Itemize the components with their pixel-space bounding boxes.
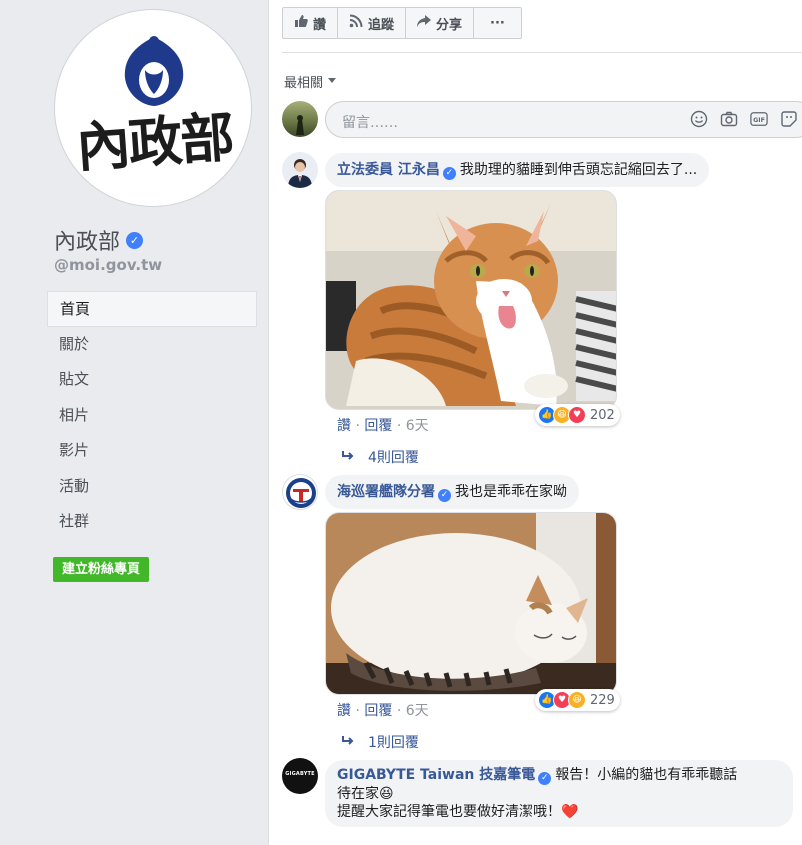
comment-bubble: 立法委員 江永昌 ✓ 我助理的貓睡到伸舌頭忘記縮回去了... — [325, 153, 710, 187]
comment-photo-tongue-cat[interactable] — [325, 190, 617, 410]
haha-reaction-icon: 😆 — [568, 691, 586, 709]
comment-reply-link[interactable]: 回覆 — [364, 418, 392, 434]
meta-separator: · — [396, 418, 406, 434]
commenter-avatar[interactable] — [282, 152, 318, 188]
comment-actions: 讚 · 回覆 · 6天 — [337, 415, 429, 435]
share-button-label: 分享 — [436, 17, 463, 33]
comment-author[interactable]: 海巡署艦隊分署 — [337, 484, 435, 500]
replies-count-label: 1則回覆 — [368, 735, 419, 751]
nav-item-videos[interactable]: 影片 — [47, 433, 257, 469]
nav-item-posts[interactable]: 貼文 — [47, 362, 257, 398]
page-nav: 首頁 關於 貼文 相片 影片 活動 社群 — [47, 291, 257, 540]
comment-text-line-3: 提醒大家記得筆電也要做好清潔哦！❤️ — [337, 803, 579, 820]
follow-button[interactable]: 追蹤 — [338, 8, 407, 38]
comment-bubble: 海巡署艦隊分署 ✓ 我也是乖乖在家呦 — [325, 475, 579, 509]
comment-like-link[interactable]: 讚 — [337, 418, 351, 434]
more-options-button[interactable]: ··· — [474, 8, 521, 38]
caret-down-icon — [328, 78, 337, 83]
reply-arrow-icon — [342, 734, 354, 750]
comment-line: GIGABYTE Taiwan 技嘉筆電 ✓ 報告！小編的貓也有乖乖聽話 — [337, 766, 781, 785]
reaction-count: 202 — [590, 407, 615, 423]
comment-text: 我也是乖乖在家呦 — [455, 484, 567, 500]
page-handle[interactable]: @moi.gov.tw — [54, 256, 162, 274]
view-replies-link[interactable]: 1則回覆 — [342, 732, 419, 752]
verified-badge-icon: ✓ — [126, 231, 144, 249]
comment-reply-link[interactable]: 回覆 — [364, 703, 392, 719]
camera-icon[interactable] — [720, 110, 738, 128]
nav-item-home[interactable]: 首頁 — [47, 291, 257, 327]
love-reaction-icon: ♥ — [568, 406, 586, 424]
comment-like-link[interactable]: 讚 — [337, 703, 351, 719]
page-name-text: 內政部 — [54, 230, 121, 255]
reaction-summary[interactable]: 👍 ♥ 😆 229 — [535, 689, 620, 711]
create-page-button[interactable]: 建立粉絲專頁 — [53, 557, 150, 582]
meta-separator: · — [396, 703, 406, 719]
nav-item-community[interactable]: 社群 — [47, 504, 257, 540]
comment-text-line-1: 報告！小編的貓也有乖乖聽話 — [555, 767, 738, 783]
comment-sort-label: 最相關 — [284, 76, 324, 91]
left-sidebar: 內政部 內政部 ✓ @moi.gov.tw 首頁 關於 貼文 相片 影片 活動 … — [0, 0, 269, 845]
post-action-bar: 讚 追蹤 分享 ··· — [282, 7, 522, 39]
svg-text:GIF: GIF — [753, 117, 765, 124]
comment-bubble: GIGABYTE Taiwan 技嘉筆電 ✓ 報告！小編的貓也有乖乖聽話 待在家😆 … — [325, 760, 793, 827]
comment-author[interactable]: GIGABYTE Taiwan 技嘉筆電 — [337, 767, 535, 783]
nav-item-events[interactable]: 活動 — [47, 469, 257, 505]
comment-timestamp[interactable]: 6天 — [406, 703, 429, 719]
rss-icon — [349, 14, 363, 32]
comment-timestamp[interactable]: 6天 — [406, 418, 429, 434]
current-user-avatar[interactable] — [282, 101, 318, 137]
verified-badge-icon: ✓ — [438, 488, 451, 502]
comment-text-line-2: 待在家😆 — [337, 785, 394, 802]
comment-text: 我助理的貓睡到伸舌頭忘記縮回去了... — [459, 162, 698, 178]
comment-photo-sleeping-cat[interactable] — [325, 512, 617, 695]
commenter-avatar[interactable]: GIGABYTE — [282, 758, 318, 794]
like-button[interactable]: 讚 — [283, 8, 339, 38]
comment-actions: 讚 · 回覆 · 6天 — [337, 700, 429, 720]
like-button-label: 讚 — [313, 17, 327, 33]
section-divider — [282, 52, 802, 53]
avatar-brand-text: GIGABYTE — [285, 771, 315, 777]
commenter-avatar[interactable] — [282, 474, 318, 510]
comment-author[interactable]: 立法委員 江永昌 — [337, 162, 440, 178]
nav-item-about[interactable]: 關於 — [47, 327, 257, 363]
page-profile-logo[interactable]: 內政部 — [54, 9, 252, 207]
emoji-icon[interactable] — [690, 110, 708, 128]
verified-badge-icon: ✓ — [442, 166, 456, 180]
nav-item-photos[interactable]: 相片 — [47, 398, 257, 434]
comment-input-placeholder: 留言…… — [342, 115, 398, 131]
thumbs-up-icon — [294, 14, 308, 32]
share-button[interactable]: 分享 — [406, 8, 475, 38]
verified-badge-icon: ✓ — [538, 771, 552, 785]
share-arrow-icon — [417, 14, 432, 32]
logo-text: 內政部 — [74, 104, 235, 180]
comment-input[interactable]: 留言…… GIF — [325, 101, 802, 138]
comment-sort-dropdown[interactable]: 最相關 — [284, 72, 337, 91]
reaction-count: 229 — [590, 692, 615, 708]
page-name[interactable]: 內政部 ✓ — [54, 224, 144, 256]
view-replies-link[interactable]: 4則回覆 — [342, 447, 419, 467]
reaction-summary[interactable]: 👍 😆 ♥ 202 — [535, 404, 620, 426]
comment-input-tools: GIF — [690, 110, 798, 128]
reply-arrow-icon — [342, 449, 354, 465]
sticker-icon[interactable] — [780, 110, 798, 128]
follow-button-label: 追蹤 — [368, 17, 395, 33]
gif-icon[interactable]: GIF — [750, 110, 768, 128]
replies-count-label: 4則回覆 — [368, 450, 419, 466]
main-feed: 讚 追蹤 分享 ··· 最相關 留言…… GIF 立法委員 江永昌 ✓ 我助理的… — [269, 0, 802, 845]
